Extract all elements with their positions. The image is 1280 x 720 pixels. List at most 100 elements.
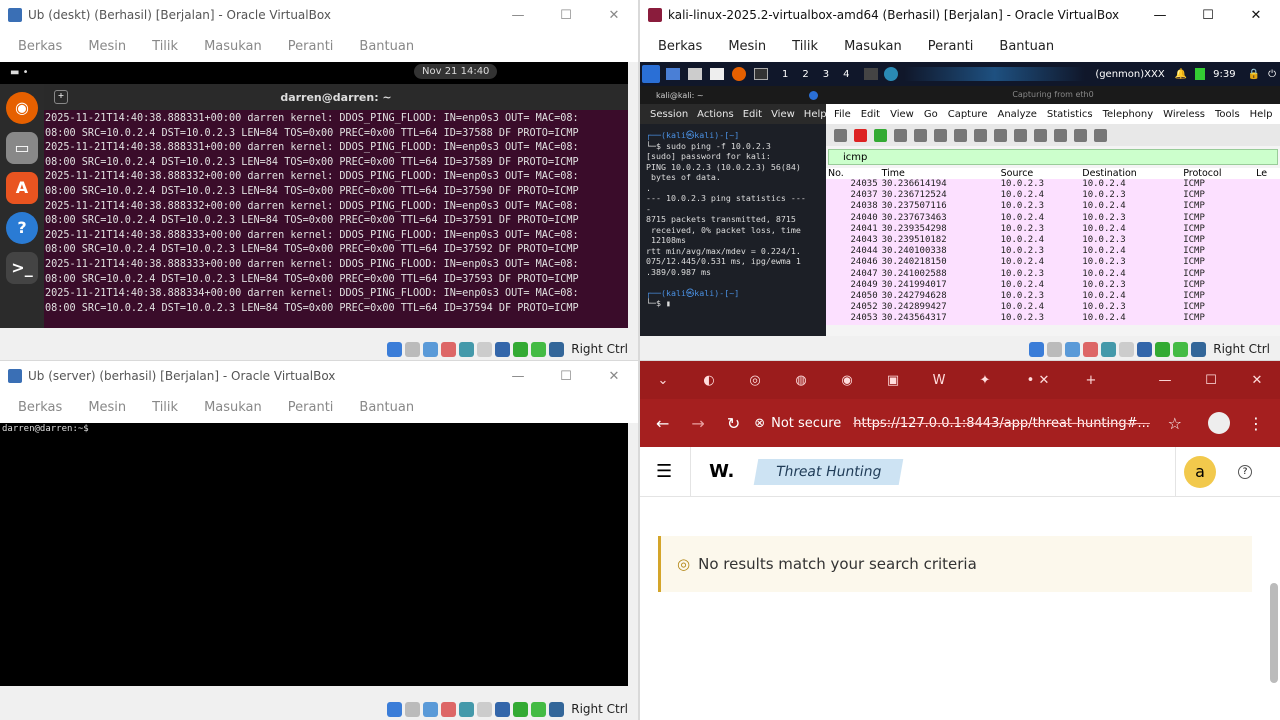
vm-screen[interactable]: ▬ • Nov 21 14:40 ◉ ▭ A ? >_ + darren@dar… — [0, 62, 628, 328]
lock-icon[interactable]: 🔒 — [1248, 69, 1260, 80]
open-file-icon[interactable] — [914, 128, 927, 142]
network-icon[interactable] — [441, 341, 457, 357]
notification-icon[interactable]: 🔔 — [1175, 69, 1187, 80]
maximize-icon[interactable]: ☐ — [542, 369, 590, 384]
capture-options-icon[interactable] — [894, 128, 907, 142]
close-icon[interactable]: ✕ — [1234, 373, 1280, 388]
minimize-icon[interactable]: — — [1136, 8, 1184, 23]
window-titlebar[interactable]: Ub (deskt) (Berhasil) [Berjalan] - Oracl… — [0, 0, 638, 30]
terminal-icon[interactable]: >_ — [6, 252, 38, 284]
ws-menu-telephony[interactable]: Telephony — [1103, 109, 1154, 120]
profile-avatar[interactable] — [1208, 412, 1230, 434]
kali-menu-icon[interactable] — [642, 65, 660, 83]
maximize-icon[interactable]: ☐ — [1188, 373, 1234, 388]
new-tab-icon[interactable]: + — [54, 90, 68, 104]
mouse-icon[interactable] — [1191, 341, 1207, 357]
menu-masukan[interactable]: Masukan — [844, 39, 902, 54]
packet-row[interactable]: 24050 30.242794628 10.0.2.3 10.0.2.4 ICMP — [826, 291, 1280, 303]
menu-masukan[interactable]: Masukan — [204, 39, 262, 54]
optical-icon[interactable] — [405, 341, 421, 357]
bookmark-star-icon[interactable]: ☆ — [1168, 414, 1182, 433]
reload-icon[interactable] — [974, 128, 987, 142]
column-header[interactable]: Time — [879, 168, 999, 179]
ws-menu-view[interactable]: View — [890, 109, 914, 120]
menu-help[interactable]: Help — [804, 109, 827, 120]
save-file-icon[interactable] — [934, 128, 947, 142]
close-icon[interactable] — [809, 90, 818, 100]
files-icon[interactable] — [688, 68, 702, 80]
tab-7[interactable]: ✦ — [962, 373, 1008, 388]
close-icon[interactable]: ✕ — [1232, 8, 1280, 23]
audio-icon[interactable] — [423, 701, 439, 717]
files-icon[interactable]: ▭ — [6, 132, 38, 164]
tab-2[interactable]: ◎ — [732, 373, 778, 388]
packet-row[interactable]: 24037 30.236712524 10.0.2.4 10.0.2.3 ICMP — [826, 190, 1280, 202]
packet-row[interactable]: 24046 30.240218150 10.0.2.4 10.0.2.3 ICMP — [826, 257, 1280, 269]
app-logo[interactable]: W. — [690, 446, 734, 497]
reload-icon[interactable]: ↻ — [727, 414, 740, 433]
usb-icon[interactable] — [459, 341, 475, 357]
wireshark-window[interactable]: Capturing from eth0 File Edit View Go Captur… — [826, 86, 1280, 336]
shared-folder-icon[interactable] — [477, 701, 493, 717]
optical-icon[interactable] — [405, 701, 421, 717]
url-field[interactable]: ⊗ Not secure https://127.0.0.1:8443/app/… — [754, 416, 1167, 431]
tab-6[interactable]: W — [916, 373, 962, 388]
shark-fin-icon[interactable] — [834, 128, 847, 142]
display-icon[interactable] — [495, 341, 511, 357]
battery-icon[interactable] — [1195, 68, 1206, 80]
firefox-icon[interactable]: ◉ — [6, 92, 38, 124]
not-secure-label[interactable]: Not secure — [771, 416, 841, 431]
maximize-icon[interactable]: ☐ — [1184, 8, 1232, 23]
terminal-window[interactable]: + darren@darren: ~ 2025-11-21T14:40:38.8… — [44, 84, 628, 328]
activities-icon[interactable]: ▬ • — [10, 67, 29, 78]
packet-row[interactable]: 24047 30.241002588 10.0.2.3 10.0.2.4 ICMP — [826, 268, 1280, 280]
optical-icon[interactable] — [1047, 341, 1063, 357]
close-file-icon[interactable] — [954, 128, 967, 142]
menu-bantuan[interactable]: Bantuan — [999, 39, 1054, 54]
hdd-icon[interactable] — [1029, 341, 1045, 357]
help-icon[interactable]: ? — [6, 212, 38, 244]
menu-tilik[interactable]: Tilik — [152, 39, 178, 54]
last-packet-icon[interactable] — [1094, 128, 1107, 142]
maximize-icon[interactable]: ☐ — [542, 8, 590, 23]
recording-icon[interactable] — [513, 701, 529, 717]
hamburger-icon[interactable]: ☰ — [656, 461, 672, 482]
new-tab-icon[interactable]: + — [1068, 373, 1114, 388]
packet-row[interactable]: 24052 30.242899427 10.0.2.4 10.0.2.3 ICMP — [826, 302, 1280, 314]
menu-tilik[interactable]: Tilik — [792, 39, 818, 54]
menu-peranti[interactable]: Peranti — [288, 39, 334, 54]
breadcrumb-threat-hunting[interactable]: Threat Hunting — [754, 458, 905, 485]
minimize-icon[interactable]: — — [494, 369, 542, 384]
app-center-icon[interactable]: A — [6, 172, 38, 204]
packet-row[interactable]: 24035 30.236614194 10.0.2.3 10.0.2.4 ICMP — [826, 179, 1280, 191]
power-icon[interactable]: ⏻ — [1268, 69, 1276, 80]
menu-berkas[interactable]: Berkas — [658, 39, 702, 54]
tab-active[interactable]: • ✕ — [1008, 373, 1068, 388]
shared-folder-icon[interactable] — [477, 341, 493, 357]
clock[interactable]: Nov 21 14:40 — [414, 64, 498, 79]
kebab-menu-icon[interactable]: ⋮ — [1248, 414, 1264, 433]
window-terminal-icon[interactable] — [863, 68, 878, 80]
menu-edit[interactable]: Edit — [743, 109, 762, 120]
menu-view[interactable]: View — [771, 109, 795, 120]
stop-capture-icon[interactable] — [854, 128, 867, 142]
menu-tilik[interactable]: Tilik — [152, 400, 178, 415]
menu-peranti[interactable]: Peranti — [928, 39, 974, 54]
usb-icon[interactable] — [459, 701, 475, 717]
restart-capture-icon[interactable] — [874, 128, 887, 142]
ws-menu-analyze[interactable]: Analyze — [997, 109, 1036, 120]
menu-bantuan[interactable]: Bantuan — [359, 400, 414, 415]
show-desktop-icon[interactable] — [666, 68, 680, 80]
display-filter-input[interactable]: icmp — [828, 149, 1278, 165]
column-header[interactable]: Source — [998, 168, 1081, 179]
close-icon[interactable]: ✕ — [590, 8, 638, 23]
network-icon[interactable] — [441, 701, 457, 717]
tab-4[interactable]: ◉ — [824, 373, 870, 388]
menu-actions[interactable]: Actions — [697, 109, 734, 120]
packet-row[interactable]: 24043 30.239510182 10.0.2.4 10.0.2.3 ICMP — [826, 235, 1280, 247]
go-back-icon[interactable] — [1014, 128, 1027, 142]
forward-icon[interactable]: → — [691, 414, 704, 433]
go-to-packet-icon[interactable] — [1054, 128, 1067, 142]
find-packet-icon[interactable] — [994, 128, 1007, 142]
window-titlebar[interactable]: Ub (server) (berhasil) [Berjalan] - Orac… — [0, 361, 638, 391]
